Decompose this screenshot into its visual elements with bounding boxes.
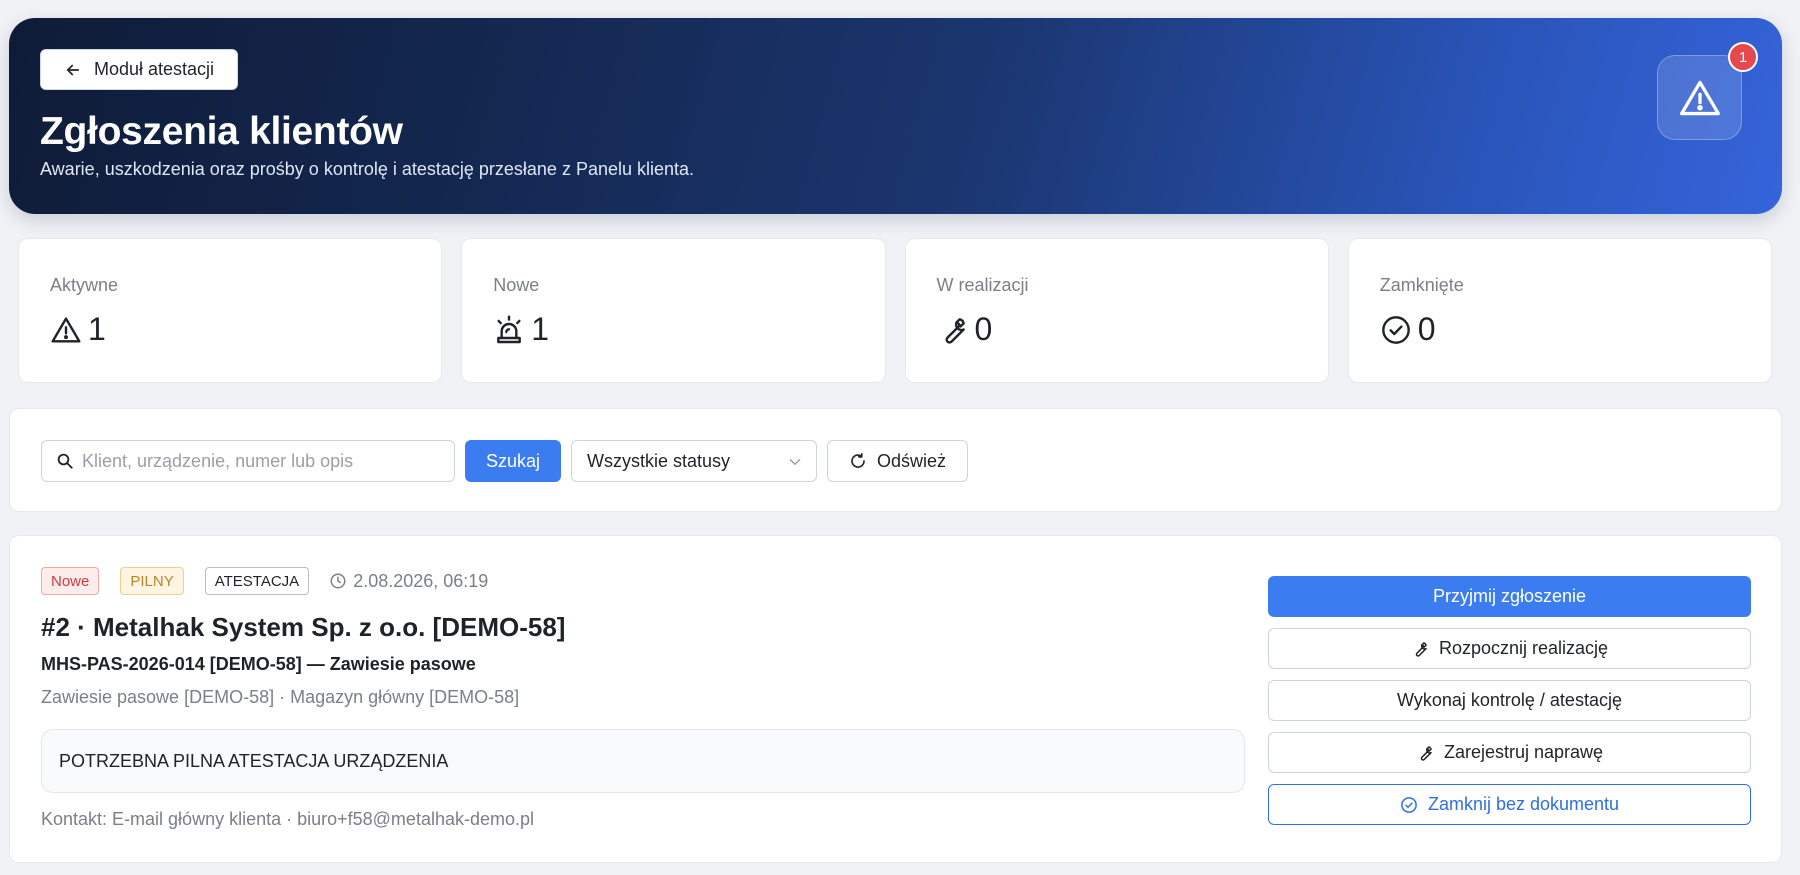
ticket-tags: Nowe PILNY ATESTACJA 2.08.2026, 06:19 [41, 567, 488, 595]
stat-value: 1 [88, 311, 106, 347]
stat-label: W realizacji [936, 275, 1029, 295]
refresh-button[interactable]: Odśwież [827, 440, 968, 482]
wrench-icon [1420, 745, 1432, 761]
stat-card-closed: Zamknięte 0 [1347, 238, 1772, 383]
close-without-document-label: Zamknij bez dokumentu [1427, 794, 1620, 814]
filter-bar: Szukaj Wszystkie statusy Odśwież [9, 408, 1782, 512]
start-work-button[interactable]: Rozpocznij realizację [1268, 628, 1751, 669]
ticket-date-text: 2.08.2026, 06:19 [353, 570, 489, 591]
stats-row: Aktywne 1 Nowe 1 W realizacji 0 Zamknięt… [18, 238, 1772, 383]
accept-ticket-label: Przyjmij zgłoszenie [1432, 586, 1587, 606]
ticket-location: Zawiesie pasowe [DEMO-58] · Magazyn głów… [41, 687, 520, 707]
back-button-label: Moduł atestacji [93, 59, 215, 79]
stat-card-in-progress: W realizacji 0 [904, 238, 1329, 383]
register-repair-label: Zarejestruj naprawę [1443, 742, 1604, 762]
warning-triangle-icon [1679, 80, 1720, 115]
arrow-left-icon [66, 64, 80, 75]
inspect-button[interactable]: Wykonaj kontrolę / atestację [1268, 680, 1751, 721]
wrench-icon [945, 317, 965, 344]
accept-ticket-button[interactable]: Przyjmij zgłoszenie [1268, 576, 1751, 617]
ticket-actions: Przyjmij zgłoszenie Rozpocznij realizacj… [1268, 576, 1751, 825]
stat-label: Nowe [493, 275, 540, 295]
priority-badge: PILNY [120, 567, 184, 595]
page-title: Zgłoszenia klientów [40, 110, 403, 153]
page-subtitle: Awarie, uszkodzenia oraz prośby o kontro… [40, 159, 695, 179]
type-badge: ATESTACJA [204, 567, 310, 595]
refresh-button-label: Odśwież [876, 450, 947, 471]
ticket-card: Nowe PILNY ATESTACJA 2.08.2026, 06:19 #2… [9, 535, 1782, 863]
ticket-title: #2 · Metalhak System Sp. z o.o. [DEMO-58… [41, 612, 566, 642]
search-box[interactable] [41, 440, 455, 482]
status-select[interactable]: Wszystkie statusy [571, 440, 817, 482]
inspect-label: Wykonaj kontrolę / atestację [1397, 690, 1622, 710]
stat-value: 0 [1417, 311, 1436, 347]
ticket-contact: Kontakt: E-mail główny klienta · biuro+f… [41, 809, 535, 829]
search-icon [57, 453, 73, 469]
alerts-button[interactable] [1657, 55, 1742, 140]
stat-card-new: Nowe 1 [461, 238, 886, 383]
close-without-document-button[interactable]: Zamknij bez dokumentu [1268, 784, 1751, 825]
ticket-date: 2.08.2026, 06:19 [329, 571, 488, 592]
clock-icon [330, 573, 346, 589]
stat-value: 0 [974, 311, 993, 347]
check-circle-icon [1401, 796, 1417, 813]
ticket-device: MHS-PAS-2026-014 [DEMO-58] — Zawiesie pa… [41, 654, 476, 674]
stat-label: Aktywne [50, 275, 119, 295]
check-circle-icon [1381, 315, 1410, 344]
stat-card-active: Aktywne 1 [18, 238, 443, 383]
page: Moduł atestacji Zgłoszenia klientów Awar… [0, 0, 1800, 875]
chevron-down-icon [789, 459, 801, 465]
register-repair-button[interactable]: Zarejestruj naprawę [1268, 732, 1751, 773]
siren-icon [497, 314, 522, 343]
refresh-icon [851, 453, 865, 468]
alerts-count-badge: 1 [1728, 42, 1758, 72]
ticket-description: POTRZEBNA PILNA ATESTACJA URZĄDZENIA [41, 729, 1245, 793]
wrench-icon [1415, 641, 1427, 657]
search-input[interactable] [82, 450, 442, 472]
start-work-label: Rozpocznij realizację [1438, 638, 1609, 658]
page-header: Moduł atestacji Zgłoszenia klientów Awar… [9, 18, 1782, 214]
stat-label: Zamknięte [1379, 275, 1464, 295]
stat-value: 1 [531, 311, 550, 347]
status-badge: Nowe [41, 567, 100, 595]
status-select-value: Wszystkie statusy [587, 450, 731, 471]
search-button[interactable]: Szukaj [465, 440, 561, 482]
back-button[interactable]: Moduł atestacji [40, 49, 238, 90]
warning-triangle-icon [51, 316, 81, 343]
